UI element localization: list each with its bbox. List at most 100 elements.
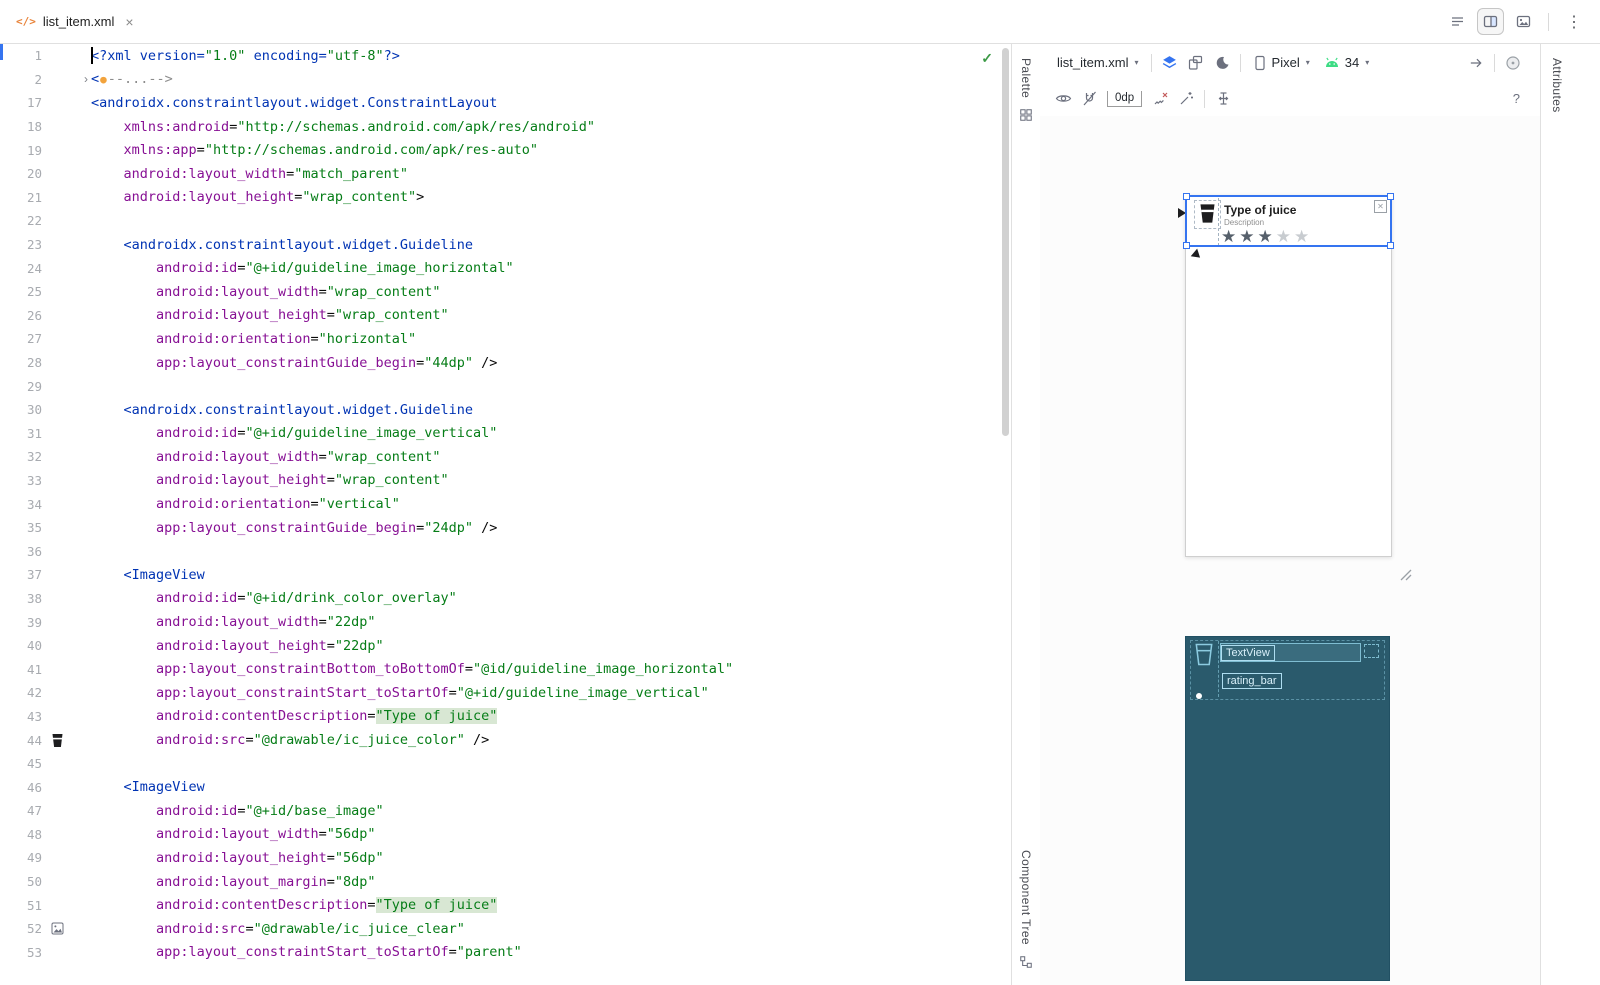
code-line[interactable]: 39 android:layout_width="22dp" bbox=[0, 610, 1011, 634]
line-number: 21 bbox=[0, 190, 42, 205]
code-line[interactable]: 48 android:layout_width="56dp" bbox=[0, 823, 1011, 847]
tab-close-icon[interactable]: × bbox=[125, 15, 133, 29]
code-line[interactable]: 41 app:layout_constraintBottom_toBottomO… bbox=[0, 657, 1011, 681]
code-line[interactable]: 20 android:layout_width="match_parent" bbox=[0, 162, 1011, 186]
device-selector[interactable]: Pixel ▾ bbox=[1246, 52, 1317, 74]
drawable-preview-juice-icon[interactable] bbox=[51, 733, 64, 748]
code-line[interactable]: 53 app:layout_constraintStart_toStartOf=… bbox=[0, 941, 1011, 965]
code-line[interactable]: 2›<●--...--> bbox=[0, 68, 1011, 92]
i-beam-icon bbox=[1215, 90, 1232, 107]
selection-handle[interactable] bbox=[1183, 242, 1190, 249]
code-line[interactable]: 21 android:layout_height="wrap_content"> bbox=[0, 186, 1011, 210]
split-view-button[interactable] bbox=[1477, 8, 1504, 35]
surface-mode-button[interactable] bbox=[1157, 51, 1183, 75]
night-mode-button[interactable] bbox=[1209, 51, 1235, 75]
blueprint-preview[interactable]: TextView rating_bar bbox=[1185, 636, 1390, 981]
selection-action-icon[interactable]: ✕ bbox=[1374, 200, 1387, 213]
view-options-button[interactable] bbox=[1050, 87, 1076, 111]
orientation-button[interactable] bbox=[1183, 51, 1209, 75]
code-line[interactable]: 49 android:layout_height="56dp" bbox=[0, 846, 1011, 870]
line-number: 48 bbox=[0, 827, 42, 842]
code-line[interactable]: 29 bbox=[0, 374, 1011, 398]
code-line[interactable]: 46 <ImageView bbox=[0, 775, 1011, 799]
issues-button[interactable] bbox=[1500, 51, 1526, 75]
code-line[interactable]: 52 android:src="@drawable/ic_juice_clear… bbox=[0, 917, 1011, 941]
forward-arrow-button[interactable] bbox=[1463, 51, 1489, 75]
selection-handle[interactable] bbox=[1183, 193, 1190, 200]
code-line[interactable]: 22 bbox=[0, 209, 1011, 233]
selection-handle[interactable] bbox=[1387, 242, 1394, 249]
blueprint-textview[interactable]: TextView bbox=[1220, 643, 1361, 662]
blueprint-ratingbar-label[interactable]: rating_bar bbox=[1222, 673, 1282, 689]
code-line[interactable]: 36 bbox=[0, 539, 1011, 563]
line-number: 22 bbox=[0, 213, 42, 228]
code-line[interactable]: 34 android:orientation="vertical" bbox=[0, 492, 1011, 516]
code-editor[interactable]: 1<?xml version="1.0" encoding="utf-8"?>2… bbox=[0, 44, 1012, 985]
code-line[interactable]: 38 android:id="@+id/drink_color_overlay" bbox=[0, 587, 1011, 611]
design-surface[interactable]: Type of juice Description ★★★★★ ✕ bbox=[1040, 116, 1540, 985]
magnet-off-icon bbox=[1081, 90, 1098, 107]
code-line[interactable]: 40 android:layout_height="22dp" bbox=[0, 634, 1011, 658]
help-button[interactable]: ? bbox=[1513, 91, 1526, 106]
code-line[interactable]: 25 android:layout_width="wrap_content" bbox=[0, 280, 1011, 304]
blueprint-textview-label[interactable]: TextView bbox=[1221, 645, 1275, 661]
code-line[interactable]: 44 android:src="@drawable/ic_juice_color… bbox=[0, 728, 1011, 752]
code-line[interactable]: 1<?xml version="1.0" encoding="utf-8"?> bbox=[0, 44, 1011, 68]
code-line[interactable]: 23 <androidx.constraintlayout.widget.Gui… bbox=[0, 233, 1011, 257]
code-line[interactable]: 47 android:id="@+id/base_image" bbox=[0, 799, 1011, 823]
code-line[interactable]: 42 app:layout_constraintStart_toStartOf=… bbox=[0, 681, 1011, 705]
code-line[interactable]: 17<androidx.constraintlayout.widget.Cons… bbox=[0, 91, 1011, 115]
selection-handle[interactable] bbox=[1387, 193, 1394, 200]
code-view-button[interactable] bbox=[1444, 8, 1471, 35]
code-line[interactable]: 19 xmlns:app="http://schemas.android.com… bbox=[0, 138, 1011, 162]
code-line[interactable]: 32 android:layout_width="wrap_content" bbox=[0, 445, 1011, 469]
code-line[interactable]: 24 android:id="@+id/guideline_image_hori… bbox=[0, 256, 1011, 280]
attributes-tab[interactable]: Attributes bbox=[1550, 58, 1564, 113]
pan-tool-button[interactable] bbox=[1210, 87, 1236, 111]
default-margin-selector[interactable]: 0dp bbox=[1107, 91, 1142, 107]
blueprint-imageview-icon[interactable] bbox=[1194, 643, 1214, 666]
design-view-button[interactable] bbox=[1510, 8, 1537, 35]
api-level-selector[interactable]: 34 ▾ bbox=[1317, 52, 1376, 73]
line-number: 26 bbox=[0, 308, 42, 323]
code-line[interactable]: 37 <ImageView bbox=[0, 563, 1011, 587]
more-options-icon[interactable]: ⋮ bbox=[1560, 12, 1588, 32]
tab-list-item-xml[interactable]: </> list_item.xml × bbox=[0, 0, 146, 43]
autoconnect-button[interactable] bbox=[1076, 87, 1102, 111]
code-line[interactable]: 43 android:contentDescription="Type of j… bbox=[0, 705, 1011, 729]
device-preview[interactable]: Type of juice Description ★★★★★ ✕ bbox=[1185, 195, 1392, 557]
design-file-selector[interactable]: list_item.xml ▾ bbox=[1050, 52, 1146, 73]
editor-scrollbar[interactable] bbox=[1002, 48, 1009, 436]
code-line[interactable]: 51 android:contentDescription="Type of j… bbox=[0, 893, 1011, 917]
code-line[interactable]: 33 android:layout_height="wrap_content" bbox=[0, 469, 1011, 493]
code-line[interactable]: 27 android:orientation="horizontal" bbox=[0, 327, 1011, 351]
palette-tab[interactable]: Palette bbox=[1019, 58, 1033, 98]
component-tree-icon[interactable] bbox=[1019, 955, 1033, 969]
inspections-ok-icon[interactable]: ✓ bbox=[981, 50, 993, 67]
line-number: 53 bbox=[0, 945, 42, 960]
palette-icon[interactable] bbox=[1019, 108, 1033, 122]
infer-constraints-button[interactable] bbox=[1173, 87, 1199, 111]
code-line[interactable]: 31 android:id="@+id/guideline_image_vert… bbox=[0, 422, 1011, 446]
line-number: 20 bbox=[0, 166, 42, 181]
drawable-preview-image-icon[interactable] bbox=[51, 922, 64, 935]
left-tool-strip: Palette Component Tree bbox=[1012, 44, 1040, 985]
editor-view-modes: ⋮ bbox=[1444, 8, 1600, 35]
code-line[interactable]: 35 app:layout_constraintGuide_begin="24d… bbox=[0, 516, 1011, 540]
code-line[interactable]: 18 xmlns:android="http://schemas.android… bbox=[0, 115, 1011, 139]
fold-chevron-icon[interactable]: › bbox=[84, 72, 88, 86]
divider bbox=[1240, 54, 1241, 72]
code-line[interactable]: 45 bbox=[0, 752, 1011, 776]
code-line[interactable]: 26 android:layout_height="wrap_content" bbox=[0, 304, 1011, 328]
code-line[interactable]: 28 app:layout_constraintGuide_begin="44d… bbox=[0, 351, 1011, 375]
line-number: 34 bbox=[0, 497, 42, 512]
code-lines: 1<?xml version="1.0" encoding="utf-8"?>2… bbox=[0, 44, 1011, 964]
component-tree-tab[interactable]: Component Tree bbox=[1019, 850, 1033, 945]
design-panel: Palette Component Tree list_item.xml ▾ bbox=[1012, 44, 1540, 985]
code-line[interactable]: 50 android:layout_margin="8dp" bbox=[0, 870, 1011, 894]
layers-icon bbox=[1161, 54, 1178, 71]
component-selection[interactable]: ✕ bbox=[1185, 195, 1392, 247]
code-line[interactable]: 30 <androidx.constraintlayout.widget.Gui… bbox=[0, 398, 1011, 422]
preview-resize-handle[interactable] bbox=[1395, 566, 1413, 582]
clear-constraints-button[interactable] bbox=[1147, 87, 1173, 111]
